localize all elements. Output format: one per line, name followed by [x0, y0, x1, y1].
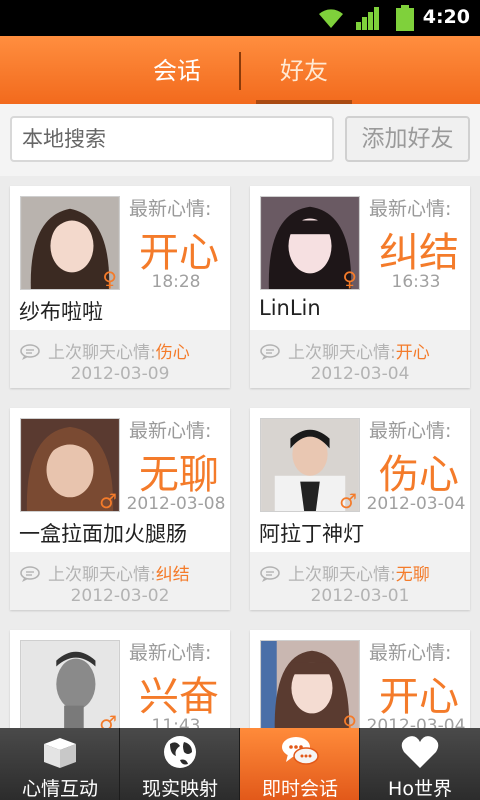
last-chat-date: 2012-03-04 [310, 364, 410, 384]
signal-icon [356, 7, 379, 30]
header-tabs: 会话 好友 [0, 36, 480, 104]
status-time: 4:20 [422, 6, 470, 28]
avatar: ♂ [260, 418, 360, 512]
mood-time: 18:28 [151, 272, 201, 292]
last-chat-label: 上次聊天心情: [288, 343, 396, 363]
latest-mood: 无聊 [139, 452, 219, 498]
mood-time: 2012-03-04 [366, 494, 466, 514]
box-icon [44, 738, 76, 768]
nav-instant-chat[interactable]: 即时会话 [240, 728, 360, 800]
female-icon: ♀ [102, 267, 117, 290]
avatar: ♀ [20, 196, 120, 290]
latest-mood: 纠结 [379, 230, 459, 276]
last-chat-mood-row: 上次聊天心情:无聊 [260, 560, 430, 585]
tab-divider [239, 52, 241, 90]
nav-label: 现实映射 [141, 778, 218, 800]
friend-card[interactable]: ♀ 最新心情: 开心 18:28 纱布啦啦 上次聊天心情:伤心 2012-03-… [10, 186, 230, 388]
nav-ho-world[interactable]: Ho世界 [360, 728, 480, 800]
friend-card[interactable]: ♀ 最新心情: 纠结 16:33 LinLin 上次聊天心情:开心 2012-0… [250, 186, 470, 388]
friend-card[interactable]: ♂ 最新心情: 伤心 2012-03-04 阿拉丁神灯 上次聊天心情:无聊 20… [250, 408, 470, 610]
last-chat-mood: 纠结 [155, 565, 190, 585]
chat-bubble-icon [20, 566, 40, 582]
last-chat-mood-row: 上次聊天心情:开心 [260, 338, 430, 363]
last-chat-mood: 无聊 [395, 565, 430, 585]
latest-mood: 开心 [139, 230, 219, 276]
last-chat-label: 上次聊天心情: [48, 565, 156, 585]
friend-card[interactable]: ♂ 最新心情: 无聊 2012-03-08 一盒拉面加火腿肠 上次聊天心情:纠结… [10, 408, 230, 610]
friend-name: 一盒拉面加火腿肠 [19, 522, 187, 546]
last-chat-mood-row: 上次聊天心情:伤心 [20, 338, 190, 363]
nav-mood-interaction[interactable]: 心情互动 [0, 728, 120, 800]
avatar: ♂ [20, 418, 120, 512]
add-friend-button[interactable]: 添加好友 [345, 116, 470, 162]
latest-mood-label: 最新心情: [369, 420, 452, 442]
latest-mood-label: 最新心情: [369, 642, 452, 664]
chat-bubble-icon [20, 344, 40, 360]
mood-time: 2012-03-08 [126, 494, 226, 514]
friend-name: 纱布啦啦 [19, 300, 103, 324]
latest-mood-label: 最新心情: [129, 198, 212, 220]
latest-mood: 开心 [379, 674, 459, 720]
nav-reality-mapping[interactable]: 现实映射 [120, 728, 240, 800]
last-chat-mood: 伤心 [155, 343, 190, 363]
mood-time: 16:33 [391, 272, 441, 292]
chat-bubbles-icon [282, 737, 319, 765]
chat-bubble-icon [260, 566, 280, 582]
bottom-nav: 心情互动 现实映射 即时会话 Ho世界 [0, 728, 480, 800]
last-chat-label: 上次聊天心情: [48, 343, 156, 363]
male-icon: ♂ [339, 489, 357, 512]
latest-mood: 伤心 [379, 452, 459, 498]
search-input[interactable]: 本地搜索 [10, 116, 334, 162]
status-bar: 4:20 [0, 0, 480, 36]
last-chat-date: 2012-03-01 [310, 586, 410, 606]
latest-mood-label: 最新心情: [129, 420, 212, 442]
friend-name: 阿拉丁神灯 [259, 522, 364, 546]
male-icon: ♂ [99, 489, 117, 512]
friend-name: LinLin [259, 296, 321, 320]
globe-icon [164, 736, 196, 768]
avatar: ♀ [260, 196, 360, 290]
latest-mood-label: 最新心情: [369, 198, 452, 220]
latest-mood: 兴奋 [139, 674, 219, 720]
tab-friends[interactable]: 好友 [256, 36, 352, 104]
heart-icon [401, 736, 439, 768]
search-row: 本地搜索 添加好友 [0, 104, 480, 176]
chat-bubble-icon [260, 344, 280, 360]
last-chat-mood-row: 上次聊天心情:纠结 [20, 560, 190, 585]
last-chat-mood: 开心 [395, 343, 430, 363]
avatar: ♂ [20, 640, 120, 734]
wifi-icon [319, 9, 343, 28]
tab-chat[interactable]: 会话 [130, 36, 224, 104]
last-chat-label: 上次聊天心情: [288, 565, 396, 585]
last-chat-date: 2012-03-09 [70, 364, 170, 384]
last-chat-date: 2012-03-02 [70, 586, 170, 606]
nav-label: Ho世界 [388, 778, 452, 800]
latest-mood-label: 最新心情: [129, 642, 212, 664]
avatar: ♀ [260, 640, 360, 734]
female-icon: ♀ [342, 267, 357, 290]
nav-label: 心情互动 [21, 778, 98, 800]
battery-icon [396, 5, 414, 31]
nav-label: 即时会话 [261, 778, 338, 800]
